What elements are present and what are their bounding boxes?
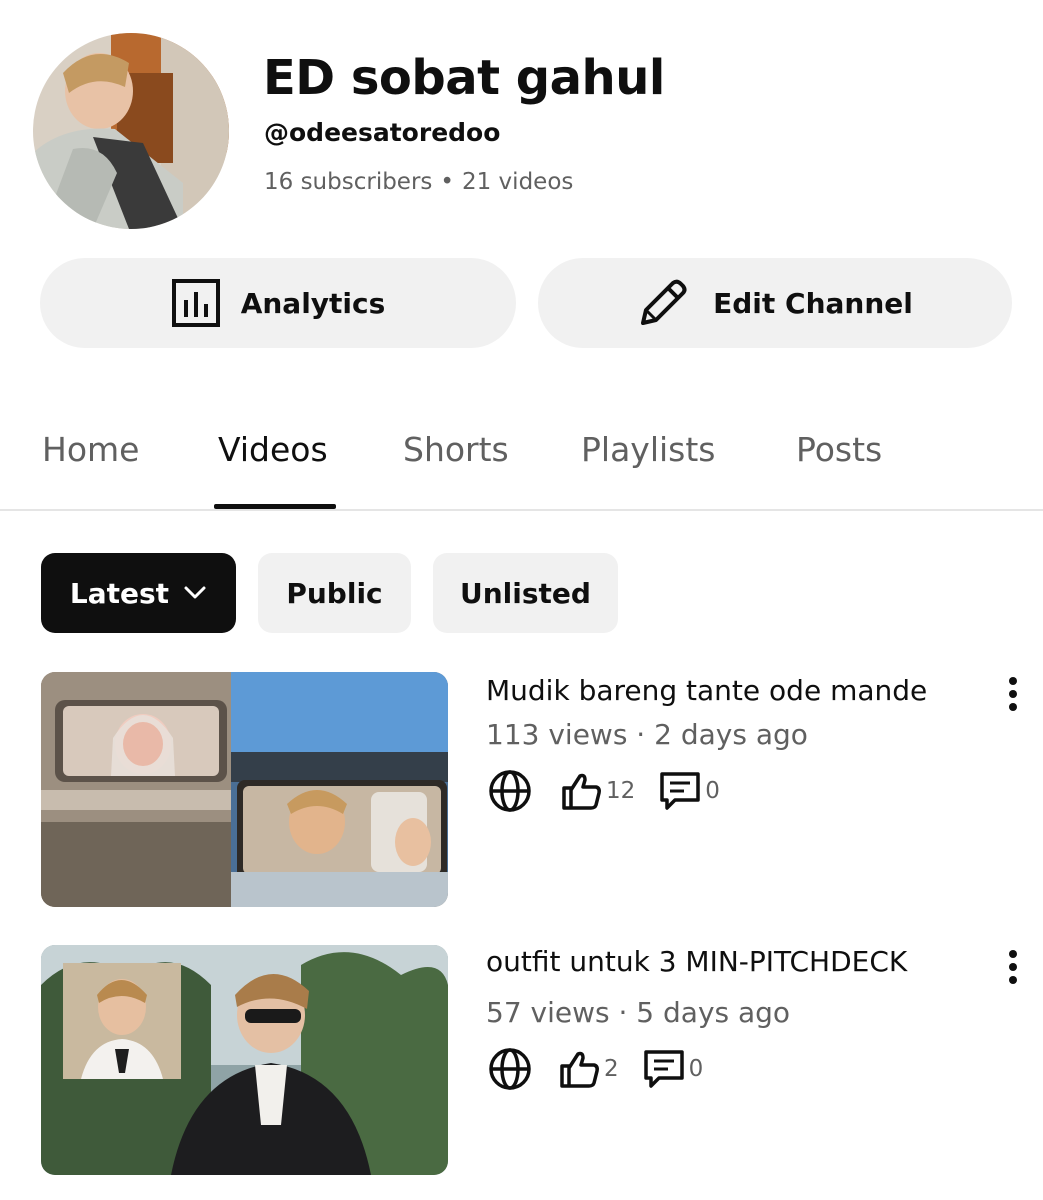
channel-avatar[interactable] <box>33 33 229 229</box>
chevron-down-icon <box>184 586 206 599</box>
tab-shorts[interactable]: Shorts <box>403 430 509 469</box>
avatar-photo <box>33 33 229 229</box>
comment-count: 0 <box>688 1056 704 1082</box>
filter-unlisted-chip[interactable]: Unlisted <box>433 553 618 633</box>
video-title[interactable]: Mudik bareng tante ode mande <box>486 674 927 707</box>
more-vertical-icon <box>1009 677 1017 711</box>
channel-tabs: Home Videos Shorts Playlists Posts <box>0 405 1043 511</box>
analytics-label: Analytics <box>240 286 386 320</box>
thumbnail-image <box>41 672 448 907</box>
comment-count: 0 <box>705 778 720 804</box>
subscriber-count: 16 subscribers <box>264 169 433 195</box>
channel-handle: @odeesatoredoo <box>264 118 501 147</box>
edit-channel-label: Edit Channel <box>713 286 913 320</box>
video-meta: 113 views · 2 days ago <box>486 718 808 751</box>
video-count: 21 videos <box>461 169 574 195</box>
more-options-button[interactable] <box>995 670 1031 718</box>
globe-icon <box>489 1048 531 1090</box>
thumbs-up-icon <box>560 1051 599 1088</box>
channel-stats: 16 subscribers • 21 videos <box>264 169 573 195</box>
video-title[interactable]: outfit untuk 3 MIN-PITCHDECK <box>486 945 907 978</box>
sort-latest-chip[interactable]: Latest <box>41 553 236 633</box>
tab-playlists[interactable]: Playlists <box>581 430 715 469</box>
comment-icon <box>660 772 701 810</box>
edit-channel-button[interactable]: Edit Channel <box>538 258 1012 348</box>
like-count: 12 <box>606 778 636 804</box>
globe-icon <box>489 770 531 812</box>
tab-videos[interactable]: Videos <box>218 430 328 469</box>
channel-name: ED sobat gahul <box>263 50 665 106</box>
video-stats: 2 0 <box>486 1046 703 1092</box>
separator-dot: • <box>440 169 454 195</box>
tab-home[interactable]: Home <box>42 430 139 469</box>
analytics-button[interactable]: Analytics <box>40 258 516 348</box>
comment-icon <box>643 1050 684 1088</box>
video-thumbnail[interactable] <box>41 945 448 1175</box>
thumbs-up-icon <box>562 773 601 810</box>
like-count: 2 <box>604 1056 619 1082</box>
more-options-button[interactable] <box>995 943 1031 991</box>
sort-latest-label: Latest <box>69 576 170 610</box>
video-stats: 12 0 <box>486 768 720 814</box>
tab-posts[interactable]: Posts <box>796 430 882 469</box>
video-thumbnail[interactable] <box>41 672 448 907</box>
bar-chart-icon <box>171 279 220 327</box>
pencil-icon <box>641 279 687 325</box>
active-tab-indicator <box>214 504 336 509</box>
more-vertical-icon <box>1009 950 1017 984</box>
filter-public-chip[interactable]: Public <box>258 553 411 633</box>
thumbnail-image <box>41 945 448 1175</box>
video-meta: 57 views · 5 days ago <box>486 996 791 1029</box>
